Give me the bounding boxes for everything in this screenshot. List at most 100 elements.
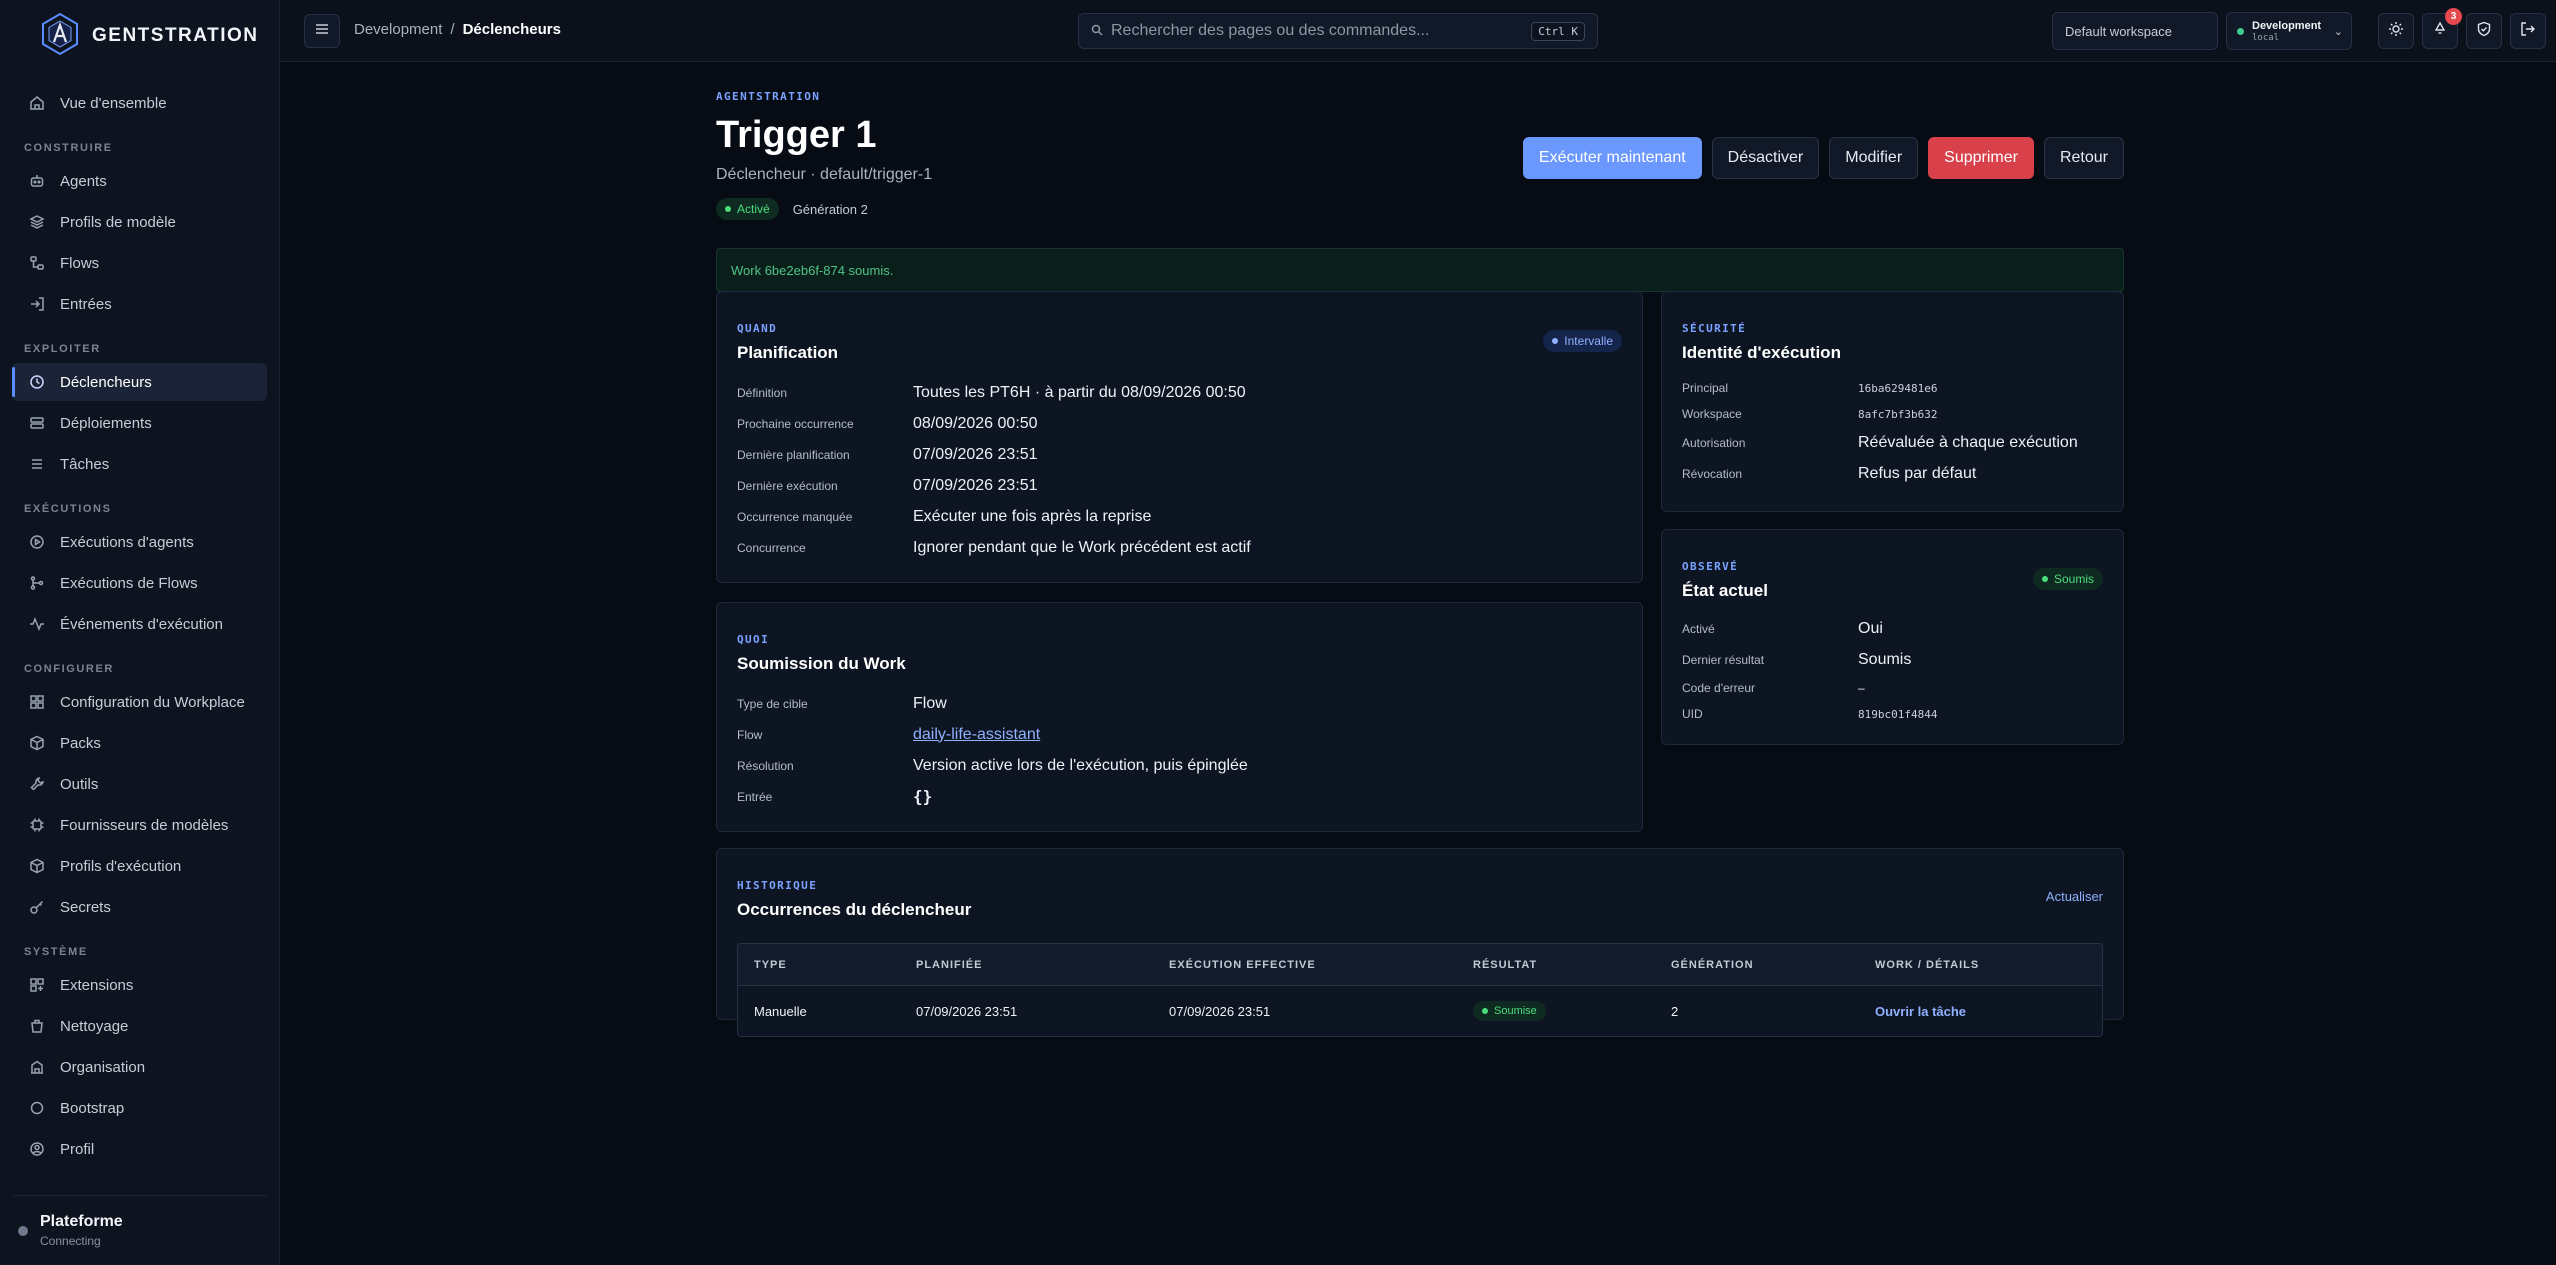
topbar: Development / Déclencheurs Rechercher de… [280, 0, 2556, 62]
sidebar-item-agent-runs[interactable]: Exécutions d'agents [12, 523, 267, 561]
cell-type: Manuelle [754, 1003, 807, 1019]
page-title: Trigger 1 [716, 114, 877, 156]
edit-button[interactable]: Modifier [1829, 137, 1919, 179]
delete-button[interactable]: Supprimer [1928, 137, 2034, 179]
sidebar-item-agents[interactable]: Agents [12, 162, 267, 200]
badge-dot-icon [2041, 576, 2048, 582]
sidebar-item-cleanup[interactable]: Nettoyage [12, 1007, 267, 1045]
sidebar-item-model-providers[interactable]: Fournisseurs de modèles [12, 806, 267, 844]
sidebar-item-triggers[interactable]: Déclencheurs [12, 363, 267, 401]
state-details: Activé Oui Dernier résultat Soumis Code d'… [1682, 613, 2103, 727]
sidebar-item-label: Événements d'exécution [60, 615, 223, 633]
column-header: GÉNÉRATION [1671, 958, 1754, 971]
security-card: SÉCURITÉ Identité d'exécution Principal 1… [1661, 291, 2124, 512]
sidebar-item-profile[interactable]: Profil [12, 1130, 267, 1168]
status-badge: Activé [716, 198, 779, 220]
sun-icon [2388, 21, 2404, 41]
detail-row: Flow daily-life-assistant [737, 719, 1622, 750]
run-now-button[interactable]: Exécuter maintenant [1522, 137, 1702, 179]
generation-label: Génération 2 [792, 201, 868, 217]
connection-dot-icon [18, 1225, 28, 1236]
sidebar-item-label: Tâches [60, 455, 110, 473]
security-button[interactable] [2466, 13, 2502, 49]
table-header: TYPE PLANIFIÉE EXÉCUTION EFFECTIVE RÉSUL… [738, 944, 2102, 986]
search-input[interactable]: Rechercher des pages ou des commandes...… [1078, 13, 1598, 49]
sidebar-item-bootstrap[interactable]: Bootstrap [12, 1089, 267, 1127]
security-details: Principal 16ba629481e6 Workspace 8afc7bf3b… [1682, 375, 2103, 489]
search-icon [1091, 24, 1103, 39]
card-title: Soumission du Work [737, 654, 906, 673]
bell-icon [2433, 21, 2447, 41]
column-header: WORK / DÉTAILS [1875, 958, 1980, 971]
sidebar-item-tools[interactable]: Outils [12, 765, 267, 803]
platform-title: Plateforme [40, 1213, 123, 1230]
work-details: Type de cible Flow Flow daily-life-assista… [737, 688, 1622, 812]
detail-row: Dernière exécution 07/09/2026 23:51 [737, 470, 1622, 501]
page-actions: Exécuter maintenant Désactiver Modifier … [1522, 137, 2124, 179]
card-eyebrow: QUAND [737, 322, 778, 335]
sidebar-item-flow-runs[interactable]: Exécutions de Flows [12, 564, 267, 602]
search-placeholder: Rechercher des pages ou des commandes... [1111, 22, 1430, 39]
brand[interactable]: GENTSTRATION [0, 0, 279, 72]
sidebar-item-label: Organisation [60, 1058, 146, 1076]
environment-status-dot-icon [2237, 27, 2244, 35]
sidebar-item-workplace-config[interactable]: Configuration du Workplace [12, 683, 267, 721]
schedule-details: Définition Toutes les PT6H · à partir du … [737, 377, 1622, 563]
detail-key: Dernière planification [737, 447, 850, 462]
menu-toggle-button[interactable] [304, 14, 340, 48]
sidebar-item-flows[interactable]: Flows [12, 244, 267, 282]
logout-button[interactable] [2510, 13, 2546, 49]
sidebar-item-run-events[interactable]: Événements d'exécution [12, 605, 267, 643]
sidebar-item-label: Exécutions d'agents [60, 533, 194, 551]
sidebar-item-inputs[interactable]: Entrées [12, 285, 267, 323]
sidebar-item-secrets[interactable]: Secrets [12, 888, 267, 926]
theme-toggle-button[interactable] [2378, 13, 2414, 49]
result-badge: Soumise [1473, 1001, 1546, 1021]
branch-icon [28, 574, 46, 592]
flow-link[interactable]: daily-life-assistant [913, 726, 1040, 744]
sidebar-item-run-profiles[interactable]: Profils d'exécution [12, 847, 267, 885]
result-badge-label: Soumise [1494, 1005, 1537, 1017]
sidebar-item-label: Extensions [60, 976, 134, 994]
sidebar-item-packs[interactable]: Packs [12, 724, 267, 762]
open-task-link[interactable]: Ouvrir la tâche [1875, 1004, 1966, 1019]
brand-name: GENTSTRATION [92, 25, 259, 46]
detail-row: Entrée {} [737, 781, 1622, 812]
play-circle-icon [28, 533, 46, 551]
workspace-select[interactable]: Default workspace [2052, 12, 2218, 50]
detail-key: Révocation [1682, 466, 1743, 481]
sidebar-item-label: Vue d'ensemble [60, 94, 167, 112]
sidebar-item-model-profiles[interactable]: Profils de modèle [12, 203, 267, 241]
environment-select[interactable]: Development local ⌄ [2226, 12, 2352, 50]
detail-value: 819bc01f4844 [1858, 707, 1938, 721]
column-header: TYPE [754, 958, 787, 971]
sidebar-item-label: Packs [60, 734, 101, 752]
sidebar-item-overview[interactable]: Vue d'ensemble [12, 84, 267, 122]
sidebar-item-organization[interactable]: Organisation [12, 1048, 267, 1086]
detail-key: UID [1682, 707, 1703, 721]
disable-button[interactable]: Désactiver [1711, 137, 1820, 179]
sidebar-item-extensions[interactable]: Extensions [12, 966, 267, 1004]
notifications-button[interactable]: 3 [2422, 8, 2462, 49]
environment-name: Development [2252, 19, 2322, 32]
sidebar-item-deployments[interactable]: Déploiements [12, 404, 267, 442]
grid-icon [28, 693, 46, 711]
detail-key: Code d'erreur [1682, 681, 1755, 695]
card-title: Planification [737, 343, 839, 362]
detail-key: Workspace [1682, 407, 1742, 421]
interval-badge: Intervalle [1543, 330, 1622, 352]
detail-row: Type de cible Flow [737, 688, 1622, 719]
cell-details: Ouvrir la tâche [1859, 1004, 2102, 1019]
building-icon [28, 1058, 46, 1076]
refresh-button[interactable]: Actualiser [2046, 889, 2103, 904]
breadcrumb-parent[interactable]: Development [354, 21, 442, 38]
work-submission-card: QUOI Soumission du Work Type de cible Flo… [716, 602, 1643, 832]
detail-row: Autorisation Réévaluée à chaque exécution [1682, 427, 2103, 458]
platform-status[interactable]: Plateforme Connecting [12, 1195, 267, 1265]
column-header: RÉSULTAT [1473, 958, 1538, 971]
sidebar-item-tasks[interactable]: Tâches [12, 445, 267, 483]
list-icon [28, 455, 46, 473]
card-eyebrow: SÉCURITÉ [1682, 322, 1747, 335]
back-button[interactable]: Retour [2043, 137, 2124, 179]
page-subtitle: Déclencheur · default/trigger-1 [716, 166, 933, 183]
